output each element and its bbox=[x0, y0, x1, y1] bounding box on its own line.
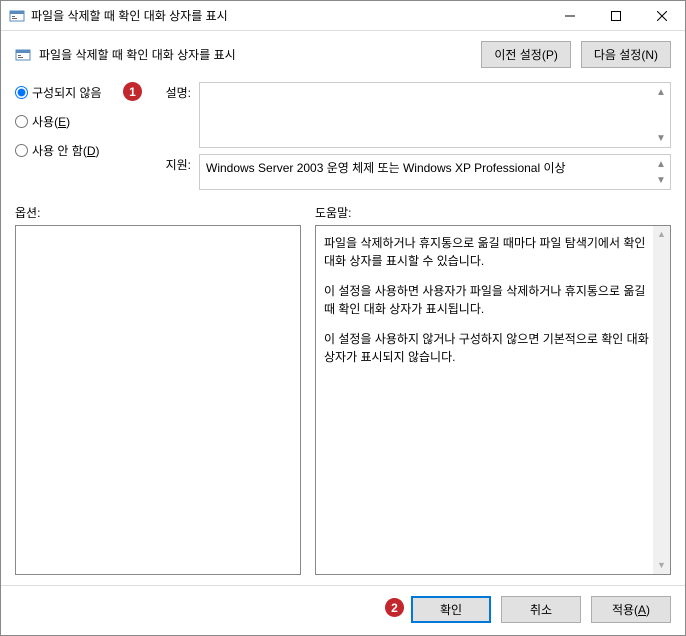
help-paragraph: 이 설정을 사용하지 않거나 구성하지 않으면 기본적으로 확인 대화 상자가 … bbox=[324, 330, 652, 366]
maximize-button[interactable] bbox=[593, 1, 639, 31]
footer-buttons: 2 확인 취소 적용(A) bbox=[1, 585, 685, 635]
window-icon bbox=[9, 8, 25, 24]
nav-buttons: 이전 설정(P) 다음 설정(N) bbox=[481, 41, 671, 68]
scroll-up-icon[interactable]: ▲ bbox=[653, 226, 670, 243]
radio-enabled-input[interactable] bbox=[15, 115, 28, 128]
help-panel: 파일을 삭제하거나 휴지통으로 옮길 때마다 파일 탐색기에서 확인 대화 상자… bbox=[315, 225, 671, 575]
options-label: 옵션: bbox=[15, 204, 301, 221]
next-setting-button[interactable]: 다음 설정(N) bbox=[581, 41, 671, 68]
description-label: 설명: bbox=[161, 82, 191, 148]
window-controls bbox=[547, 1, 685, 31]
description-box[interactable]: ▲ ▼ bbox=[199, 82, 671, 148]
scroll-down-icon[interactable]: ▼ bbox=[654, 131, 668, 145]
radio-disabled[interactable]: 사용 안 함(D) bbox=[15, 142, 145, 159]
panels: 파일을 삭제하거나 휴지통으로 옮길 때마다 파일 탐색기에서 확인 대화 상자… bbox=[1, 225, 685, 585]
radio-disabled-input[interactable] bbox=[15, 144, 28, 157]
policy-icon bbox=[15, 47, 31, 63]
apply-button[interactable]: 적용(A) bbox=[591, 596, 671, 623]
window-title: 파일을 삭제할 때 확인 대화 상자를 표시 bbox=[31, 7, 547, 24]
supported-label: 지원: bbox=[161, 154, 191, 190]
description-column: 설명: ▲ ▼ 지원: Windows Server 2003 운영 체제 또는… bbox=[161, 82, 671, 190]
help-label: 도움말: bbox=[315, 204, 351, 221]
supported-box: Windows Server 2003 운영 체제 또는 Windows XP … bbox=[199, 154, 671, 190]
help-paragraph: 파일을 삭제하거나 휴지통으로 옮길 때마다 파일 탐색기에서 확인 대화 상자… bbox=[324, 234, 652, 270]
radio-enabled[interactable]: 사용(E) bbox=[15, 113, 145, 130]
radio-not-configured-input[interactable] bbox=[15, 86, 28, 99]
scroll-down-icon[interactable]: ▼ bbox=[653, 557, 670, 574]
description-row: 설명: ▲ ▼ bbox=[161, 82, 671, 148]
close-button[interactable] bbox=[639, 1, 685, 31]
options-panel bbox=[15, 225, 301, 575]
scroll-up-icon[interactable]: ▲ bbox=[654, 85, 668, 99]
titlebar: 파일을 삭제할 때 확인 대화 상자를 표시 bbox=[1, 1, 685, 31]
scroll-down-icon[interactable]: ▼ bbox=[654, 173, 668, 187]
ok-button[interactable]: 확인 bbox=[411, 596, 491, 623]
radio-not-configured-label: 구성되지 않음 bbox=[32, 84, 102, 101]
supported-row: 지원: Windows Server 2003 운영 체제 또는 Windows… bbox=[161, 154, 671, 190]
callout-badge-2: 2 bbox=[385, 598, 404, 617]
radio-enabled-label: 사용(E) bbox=[32, 113, 70, 130]
callout-badge-1: 1 bbox=[123, 82, 142, 101]
config-row: 구성되지 않음 1 사용(E) 사용 안 함(D) 설명: ▲ ▼ 지원: Wi… bbox=[1, 74, 685, 190]
scrollbar-vertical[interactable]: ▲ ▼ bbox=[653, 226, 670, 574]
header-row: 파일을 삭제할 때 확인 대화 상자를 표시 이전 설정(P) 다음 설정(N) bbox=[1, 31, 685, 74]
supported-text: Windows Server 2003 운영 체제 또는 Windows XP … bbox=[206, 161, 566, 175]
panel-labels: 옵션: 도움말: bbox=[1, 190, 685, 225]
radio-not-configured[interactable]: 구성되지 않음 1 bbox=[15, 84, 145, 101]
previous-setting-button[interactable]: 이전 설정(P) bbox=[481, 41, 571, 68]
radio-group: 구성되지 않음 1 사용(E) 사용 안 함(D) bbox=[15, 82, 145, 190]
scroll-up-icon[interactable]: ▲ bbox=[654, 157, 668, 171]
radio-disabled-label: 사용 안 함(D) bbox=[32, 142, 100, 159]
cancel-button[interactable]: 취소 bbox=[501, 596, 581, 623]
help-paragraph: 이 설정을 사용하면 사용자가 파일을 삭제하거나 휴지통으로 옮길 때 확인 … bbox=[324, 282, 652, 318]
header-title: 파일을 삭제할 때 확인 대화 상자를 표시 bbox=[39, 46, 481, 63]
minimize-button[interactable] bbox=[547, 1, 593, 31]
